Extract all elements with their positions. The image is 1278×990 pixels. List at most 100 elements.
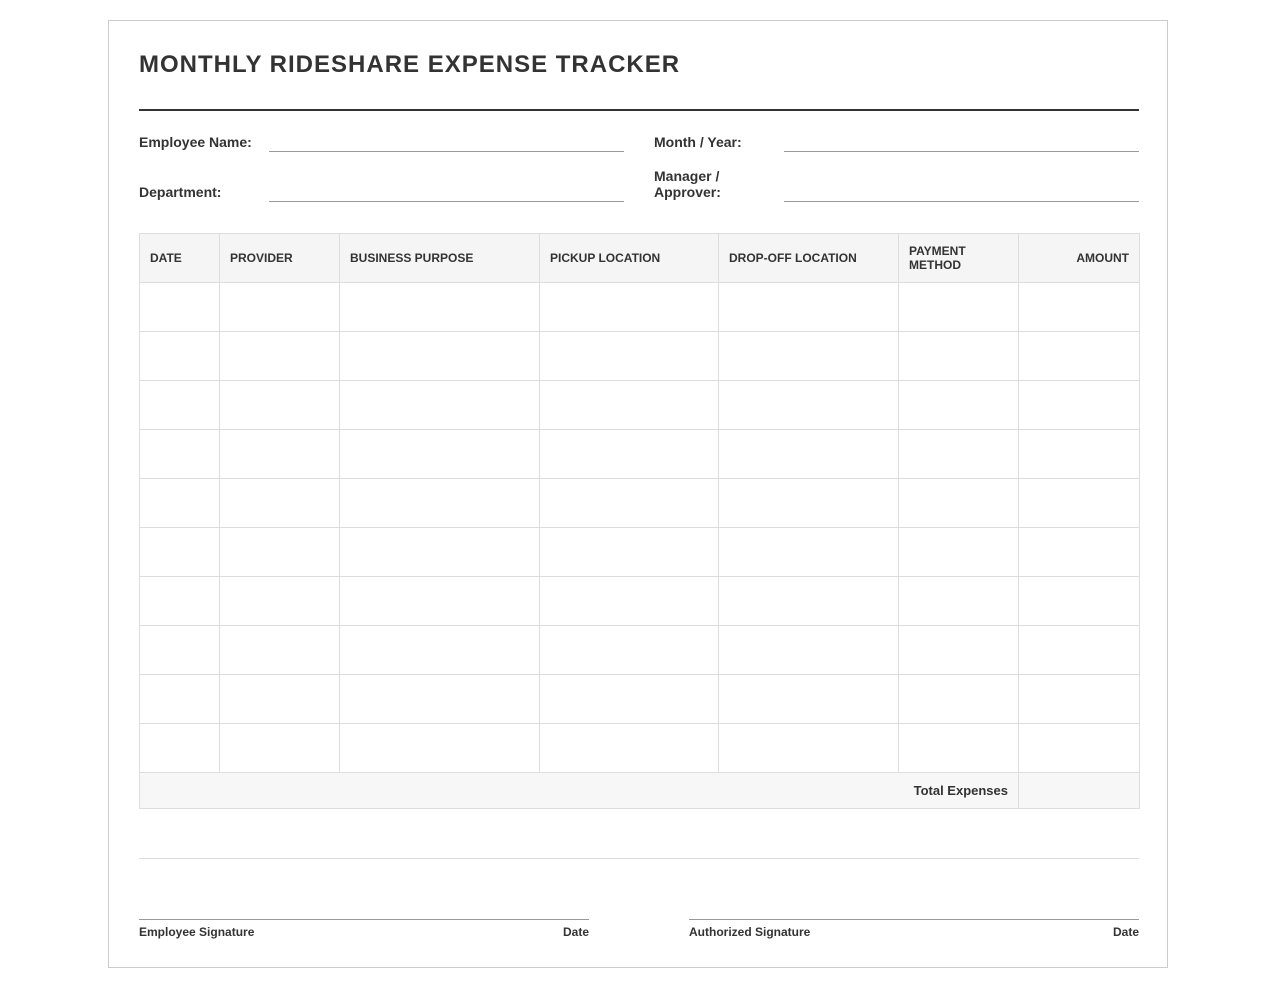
cell-date[interactable] bbox=[139, 723, 220, 773]
manager-label-line1: Manager / bbox=[654, 168, 720, 184]
cell-provider[interactable] bbox=[219, 723, 340, 773]
cell-amount[interactable] bbox=[1018, 527, 1140, 577]
authorized-signature-line[interactable] bbox=[689, 919, 1139, 920]
payment-method-line1: PAYMENT bbox=[909, 244, 966, 258]
cell-date[interactable] bbox=[139, 429, 220, 479]
employee-date-label: Date bbox=[563, 925, 590, 939]
total-row: Total Expenses bbox=[139, 772, 1140, 809]
table-row bbox=[139, 723, 1140, 773]
cell-pickup-location[interactable] bbox=[539, 478, 719, 528]
authorized-date-label: Date bbox=[1113, 925, 1140, 939]
employee-signature-line[interactable] bbox=[139, 919, 589, 920]
cell-business-purpose[interactable] bbox=[339, 331, 540, 381]
cell-amount[interactable] bbox=[1018, 576, 1140, 626]
cell-pickup-location[interactable] bbox=[539, 380, 719, 430]
cell-pickup-location[interactable] bbox=[539, 282, 719, 332]
cell-amount[interactable] bbox=[1018, 331, 1140, 381]
cell-dropoff-location[interactable] bbox=[718, 625, 899, 675]
cell-amount[interactable] bbox=[1018, 478, 1140, 528]
cell-pickup-location[interactable] bbox=[539, 576, 719, 626]
column-header-dropoff-location: DROP-OFF LOCATION bbox=[718, 233, 899, 283]
manager-label-line2: Approver: bbox=[654, 184, 721, 200]
cell-business-purpose[interactable] bbox=[339, 282, 540, 332]
cell-amount[interactable] bbox=[1018, 723, 1140, 773]
cell-business-purpose[interactable] bbox=[339, 674, 540, 724]
cell-payment-method[interactable] bbox=[898, 576, 1019, 626]
cell-business-purpose[interactable] bbox=[339, 527, 540, 577]
cell-dropoff-location[interactable] bbox=[718, 429, 899, 479]
cell-provider[interactable] bbox=[219, 576, 340, 626]
cell-dropoff-location[interactable] bbox=[718, 331, 899, 381]
cell-date[interactable] bbox=[139, 282, 220, 332]
cell-dropoff-location[interactable] bbox=[718, 527, 899, 577]
cell-payment-method[interactable] bbox=[898, 527, 1019, 577]
manager-approver-field[interactable] bbox=[784, 201, 1139, 202]
expense-table: DATE PROVIDER BUSINESS PURPOSE PICKUP LO… bbox=[139, 233, 1140, 809]
authorized-signature-label: Authorized Signature bbox=[689, 925, 811, 939]
cell-pickup-location[interactable] bbox=[539, 429, 719, 479]
cell-dropoff-location[interactable] bbox=[718, 576, 899, 626]
table-row bbox=[139, 576, 1140, 626]
employee-name-field[interactable] bbox=[269, 151, 624, 152]
cell-payment-method[interactable] bbox=[898, 625, 1019, 675]
cell-date[interactable] bbox=[139, 331, 220, 381]
cell-pickup-location[interactable] bbox=[539, 723, 719, 773]
cell-pickup-location[interactable] bbox=[539, 625, 719, 675]
cell-business-purpose[interactable] bbox=[339, 625, 540, 675]
manager-approver-label: Manager / Approver: bbox=[654, 168, 721, 200]
cell-business-purpose[interactable] bbox=[339, 576, 540, 626]
expense-form-sheet: MONTHLY RIDESHARE EXPENSE TRACKER Employ… bbox=[108, 20, 1168, 968]
cell-pickup-location[interactable] bbox=[539, 527, 719, 577]
total-expenses-cell[interactable] bbox=[1018, 772, 1140, 809]
cell-dropoff-location[interactable] bbox=[718, 478, 899, 528]
cell-dropoff-location[interactable] bbox=[718, 282, 899, 332]
employee-signature-label: Employee Signature bbox=[139, 925, 255, 939]
signature-section-divider bbox=[139, 858, 1139, 859]
cell-payment-method[interactable] bbox=[898, 380, 1019, 430]
cell-pickup-location[interactable] bbox=[539, 331, 719, 381]
cell-provider[interactable] bbox=[219, 331, 340, 381]
table-row bbox=[139, 674, 1140, 724]
cell-amount[interactable] bbox=[1018, 674, 1140, 724]
department-field[interactable] bbox=[269, 201, 624, 202]
cell-dropoff-location[interactable] bbox=[718, 380, 899, 430]
cell-date[interactable] bbox=[139, 527, 220, 577]
cell-provider[interactable] bbox=[219, 282, 340, 332]
cell-dropoff-location[interactable] bbox=[718, 723, 899, 773]
cell-date[interactable] bbox=[139, 478, 220, 528]
cell-amount[interactable] bbox=[1018, 380, 1140, 430]
cell-date[interactable] bbox=[139, 576, 220, 626]
cell-provider[interactable] bbox=[219, 380, 340, 430]
column-header-amount: AMOUNT bbox=[1018, 233, 1140, 283]
table-row bbox=[139, 282, 1140, 332]
cell-payment-method[interactable] bbox=[898, 723, 1019, 773]
cell-provider[interactable] bbox=[219, 625, 340, 675]
cell-provider[interactable] bbox=[219, 478, 340, 528]
cell-pickup-location[interactable] bbox=[539, 674, 719, 724]
cell-date[interactable] bbox=[139, 674, 220, 724]
column-header-payment-method: PAYMENT METHOD bbox=[898, 233, 1019, 283]
cell-business-purpose[interactable] bbox=[339, 380, 540, 430]
cell-payment-method[interactable] bbox=[898, 674, 1019, 724]
cell-payment-method[interactable] bbox=[898, 429, 1019, 479]
cell-amount[interactable] bbox=[1018, 282, 1140, 332]
cell-business-purpose[interactable] bbox=[339, 723, 540, 773]
cell-dropoff-location[interactable] bbox=[718, 674, 899, 724]
cell-provider[interactable] bbox=[219, 429, 340, 479]
total-expenses-label: Total Expenses bbox=[139, 772, 1019, 809]
cell-payment-method[interactable] bbox=[898, 331, 1019, 381]
cell-business-purpose[interactable] bbox=[339, 478, 540, 528]
cell-amount[interactable] bbox=[1018, 429, 1140, 479]
cell-date[interactable] bbox=[139, 380, 220, 430]
cell-business-purpose[interactable] bbox=[339, 429, 540, 479]
cell-payment-method[interactable] bbox=[898, 282, 1019, 332]
cell-date[interactable] bbox=[139, 625, 220, 675]
cell-provider[interactable] bbox=[219, 674, 340, 724]
column-header-provider: PROVIDER bbox=[219, 233, 340, 283]
cell-amount[interactable] bbox=[1018, 625, 1140, 675]
cell-payment-method[interactable] bbox=[898, 478, 1019, 528]
cell-provider[interactable] bbox=[219, 527, 340, 577]
month-year-field[interactable] bbox=[784, 151, 1139, 152]
payment-method-line2: METHOD bbox=[909, 258, 961, 272]
column-header-pickup-location: PICKUP LOCATION bbox=[539, 233, 719, 283]
